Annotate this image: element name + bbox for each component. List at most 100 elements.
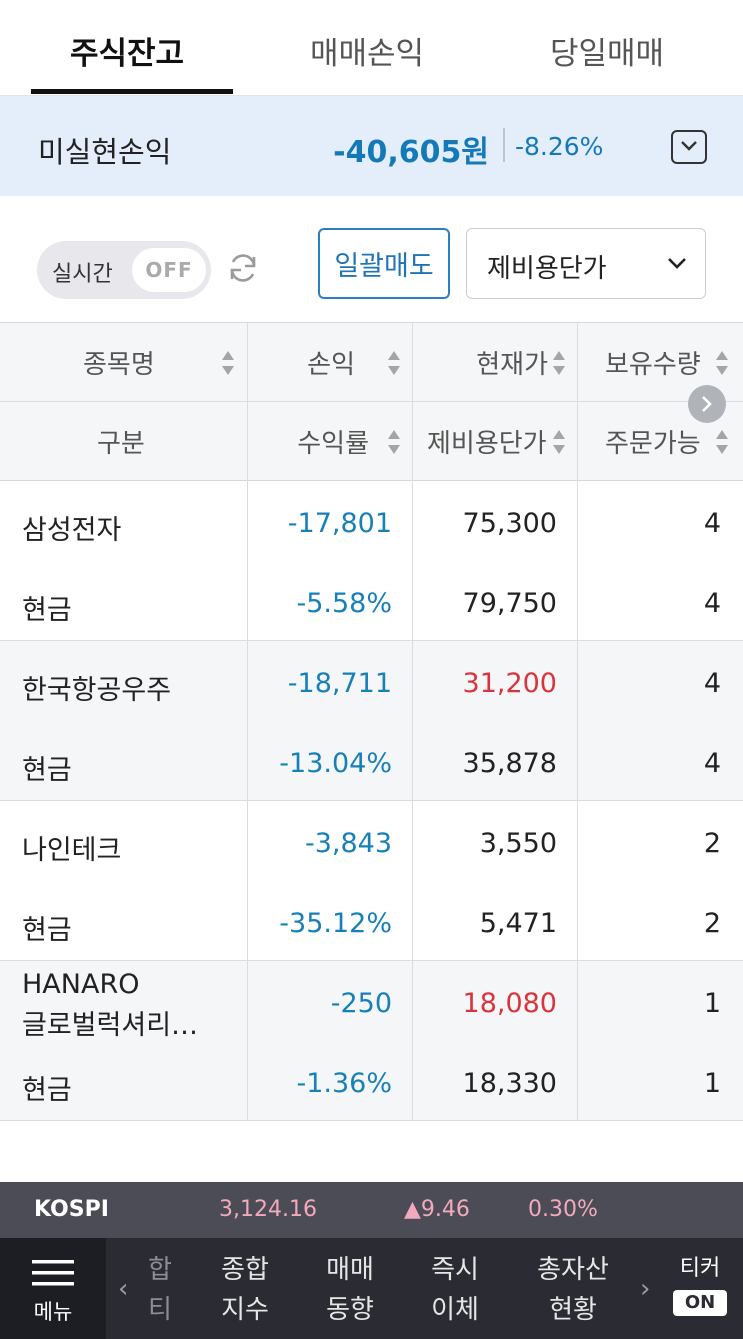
sort-icon bbox=[388, 351, 400, 375]
hamburger-icon bbox=[32, 1260, 74, 1286]
account-type: 현금 bbox=[22, 1075, 72, 1106]
nav-item-total-assets[interactable]: 총자산 현황 bbox=[523, 1250, 623, 1330]
index-value: 3,124.16 bbox=[219, 1197, 317, 1222]
stock-name-line2: 글로벌럭셔리… bbox=[22, 1010, 199, 1041]
tab-stock-balance[interactable]: 주식잔고 bbox=[70, 28, 184, 73]
orderable-qty: 1 bbox=[703, 1068, 721, 1099]
sort-icon bbox=[388, 430, 400, 454]
header-stock-name[interactable]: 종목명 bbox=[0, 323, 247, 402]
holding-qty: 2 bbox=[703, 828, 721, 859]
profit-loss: -3,843 bbox=[304, 828, 392, 859]
header-return-rate[interactable]: 수익률 bbox=[247, 402, 412, 481]
cost-price: 18,330 bbox=[462, 1068, 557, 1099]
sort-icon bbox=[222, 351, 234, 375]
header-cost-price[interactable]: 제비용단가 bbox=[412, 402, 577, 481]
sort-icon bbox=[553, 430, 565, 454]
table-row[interactable]: 삼성전자 현금 -17,801 -5.58% 75,300 79,750 4 4 bbox=[0, 481, 743, 641]
stock-name: 삼성전자 bbox=[22, 515, 122, 546]
ticker-label: 티커 bbox=[679, 1256, 721, 1281]
unrealized-pl-label: 미실현손익 bbox=[38, 135, 172, 169]
sort-icon bbox=[716, 351, 728, 375]
realtime-label: 실시간 bbox=[52, 262, 113, 287]
holding-qty: 4 bbox=[703, 508, 721, 539]
scroll-right-button[interactable] bbox=[688, 385, 726, 423]
unrealized-pl-amount: -40,605원 bbox=[333, 135, 489, 170]
sort-select-value: 제비용단가 bbox=[487, 254, 607, 284]
bulk-sell-button[interactable]: 일괄매도 bbox=[318, 228, 450, 299]
account-type: 현금 bbox=[22, 755, 72, 786]
divider bbox=[412, 481, 413, 1121]
index-change: ▲9.46 bbox=[404, 1197, 470, 1222]
chevron-down-icon bbox=[681, 141, 697, 151]
divider bbox=[412, 323, 413, 482]
header-category: 구분 bbox=[97, 429, 145, 459]
sort-icon bbox=[553, 351, 565, 375]
sort-select[interactable]: 제비용단가 bbox=[466, 228, 706, 299]
divider bbox=[247, 323, 248, 482]
profit-loss: -18,711 bbox=[287, 668, 392, 699]
orderable-qty: 4 bbox=[703, 588, 721, 619]
nav-item-partial[interactable]: 합 티 bbox=[145, 1250, 175, 1330]
nav-item-composite-index[interactable]: 종합 지수 bbox=[200, 1250, 290, 1330]
holding-qty: 4 bbox=[703, 668, 721, 699]
bottom-nav: 메뉴 ‹ 합 티 종합 지수 매매 동향 즉시 이체 총자산 현황 › 티커 O… bbox=[0, 1238, 743, 1339]
cost-price: 5,471 bbox=[479, 908, 557, 939]
menu-button[interactable]: 메뉴 bbox=[0, 1238, 106, 1339]
ticker-switch-state[interactable]: ON bbox=[673, 1290, 727, 1316]
tab-trade-pl[interactable]: 매매손익 bbox=[310, 28, 424, 73]
stock-name: 한국항공우주 bbox=[22, 675, 172, 706]
holding-qty: 1 bbox=[703, 988, 721, 1019]
return-rate: -5.58% bbox=[296, 588, 392, 619]
index-ticker[interactable]: KOSPI 3,124.16 ▲9.46 0.30% bbox=[0, 1182, 743, 1238]
chevron-down-icon bbox=[668, 258, 686, 269]
return-rate: -35.12% bbox=[279, 908, 392, 939]
chevron-right-icon[interactable]: › bbox=[640, 1274, 650, 1304]
tab-today-trades[interactable]: 당일매매 bbox=[550, 28, 664, 73]
header-current-price[interactable]: 현재가 bbox=[412, 323, 577, 402]
return-rate: -1.36% bbox=[296, 1068, 392, 1099]
holdings-table: 종목명 손익 현재가 보유수량 구분 수익률 제비용단가 주문가능 삼성전자 현… bbox=[0, 322, 743, 1121]
table-row[interactable]: 한국항공우주 현금 -18,711 -13.04% 31,200 35,878 … bbox=[0, 641, 743, 801]
index-rate: 0.30% bbox=[528, 1197, 598, 1222]
realtime-toggle[interactable]: 실시간 OFF bbox=[37, 241, 211, 299]
current-price: 31,200 bbox=[462, 668, 557, 699]
unrealized-pl-rate: -8.26% bbox=[515, 132, 604, 161]
ticker-toggle[interactable]: 티커 ON bbox=[668, 1250, 732, 1316]
return-rate: -13.04% bbox=[279, 748, 392, 779]
stock-name: 나인테크 bbox=[22, 835, 122, 866]
tab-bar: 주식잔고 매매손익 당일매매 bbox=[0, 0, 743, 96]
profit-loss: -17,801 bbox=[287, 508, 392, 539]
unrealized-pl-summary: 미실현손익 -40,605원 -8.26% bbox=[0, 96, 743, 196]
orderable-qty: 4 bbox=[703, 748, 721, 779]
menu-label: 메뉴 bbox=[33, 1300, 73, 1324]
chevron-left-icon[interactable]: ‹ bbox=[118, 1274, 128, 1304]
divider bbox=[0, 401, 743, 402]
divider bbox=[247, 481, 248, 1121]
account-type: 현금 bbox=[22, 915, 72, 946]
divider bbox=[577, 323, 578, 482]
profit-loss: -250 bbox=[330, 988, 392, 1019]
cost-price: 79,750 bbox=[462, 588, 557, 619]
sort-icon bbox=[716, 430, 728, 454]
current-price: 3,550 bbox=[479, 828, 557, 859]
account-type: 현금 bbox=[22, 595, 72, 626]
stock-name-line1: HANARO bbox=[22, 969, 140, 1000]
refresh-button[interactable] bbox=[225, 250, 261, 286]
index-name: KOSPI bbox=[34, 1197, 109, 1222]
nav-item-instant-transfer[interactable]: 즉시 이체 bbox=[410, 1250, 500, 1330]
chevron-right-icon bbox=[702, 396, 712, 412]
divider bbox=[503, 128, 505, 162]
divider bbox=[577, 481, 578, 1121]
table-header: 종목명 손익 현재가 보유수량 구분 수익률 제비용단가 주문가능 bbox=[0, 322, 743, 482]
orderable-qty: 2 bbox=[703, 908, 721, 939]
refresh-icon bbox=[230, 254, 256, 282]
current-price: 18,080 bbox=[462, 988, 557, 1019]
realtime-switch-state[interactable]: OFF bbox=[132, 248, 206, 292]
expand-summary-button[interactable] bbox=[671, 130, 707, 164]
table-row[interactable]: 나인테크 현금 -3,843 -35.12% 3,550 5,471 2 2 bbox=[0, 801, 743, 961]
header-pl[interactable]: 손익 bbox=[247, 323, 412, 402]
table-row[interactable]: HANARO 글로벌럭셔리… 현금 -250 -1.36% 18,080 18,… bbox=[0, 961, 743, 1121]
nav-item-trading-trend[interactable]: 매매 동향 bbox=[305, 1250, 395, 1330]
current-price: 75,300 bbox=[462, 508, 557, 539]
cost-price: 35,878 bbox=[462, 748, 557, 779]
